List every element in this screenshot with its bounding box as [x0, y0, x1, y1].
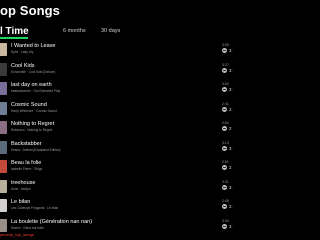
footer-text: ptcomp_top_songs [0, 232, 34, 237]
track-title[interactable]: treehouse [11, 180, 196, 187]
track-title[interactable]: Beau la folie [11, 160, 196, 167]
list-item[interactable]: treehouse Ashe · Ashlyn 3:31 3: [0, 179, 240, 199]
more-options-icon[interactable] [222, 223, 227, 229]
album-art [0, 121, 7, 134]
list-item[interactable]: I Wanted to Leave Syml · Lady Lily 3:05 … [0, 42, 240, 62]
track-right-value: 2: [229, 165, 233, 170]
list-item[interactable]: La boulette (Génération nan nan) Diam's … [0, 218, 240, 238]
tab-all-time[interactable]: l Time [0, 26, 29, 37]
track-title[interactable]: Cool Kids [11, 63, 196, 70]
track-artist[interactable]: Les Cowboys Fringants · Le bilan [11, 206, 196, 211]
track-right-value: 2: [229, 126, 233, 131]
album-art [0, 101, 7, 115]
tab-6-months[interactable]: 6 months [63, 28, 86, 34]
track-artist[interactable]: Isabelle Pierre · Sings [11, 167, 196, 172]
list-item[interactable]: Cosmic Sound Harry Whitmore · Cosmic Sou… [0, 101, 240, 121]
active-tab-indicator [0, 37, 28, 39]
album-art [0, 62, 7, 76]
list-item[interactable]: Cool Kids Echosmith · Cool Kids (Deluxe)… [0, 62, 240, 82]
track-title[interactable]: last day on earth [11, 82, 196, 89]
track-duration: 2:41 [222, 101, 229, 106]
list-item[interactable]: Beau la folie Isabelle Pierre · Sings 2:… [0, 159, 240, 179]
track-title[interactable]: La boulette (Génération nan nan) [11, 219, 196, 226]
track-artist[interactable]: Ashe · Ashlyn [11, 187, 196, 192]
track-artist[interactable]: Robinson · Nothing to Regret [11, 128, 196, 133]
page-title: op Songs [0, 3, 61, 18]
list-item[interactable]: Backstabber Kesha · Animal (Expanded Edi… [0, 140, 240, 160]
track-duration: 3:02 [222, 82, 229, 86]
album-art [0, 160, 7, 173]
track-duration: 3:27 [222, 62, 229, 67]
list-item[interactable]: Le bilan Les Cowboys Fringants · Le bila… [0, 198, 240, 218]
track-right-value: 3: [229, 145, 233, 151]
track-title[interactable]: Cosmic Sound [11, 102, 196, 109]
track-title[interactable]: Nothing to Regret [11, 121, 196, 128]
album-art [0, 140, 7, 154]
track-duration: 3:34 [222, 218, 229, 223]
track-right-value: 3: [229, 87, 233, 92]
track-artist[interactable]: Harry Whitmore · Cosmic Sound [11, 109, 196, 114]
more-options-icon[interactable] [222, 87, 227, 92]
track-duration: 3:13 [222, 140, 229, 145]
track-artist[interactable]: beabadoobee · Our Extended Play [11, 89, 196, 94]
track-artist[interactable]: Kesha · Animal (Expanded Edition) [11, 148, 196, 153]
track-duration: 3:31 [222, 179, 229, 184]
track-title[interactable]: Backstabber [11, 141, 196, 148]
album-art [0, 218, 7, 232]
track-right-value: 3: [229, 184, 233, 190]
track-artist[interactable]: Syml · Lady Lily [11, 50, 196, 55]
track-right-value: 2: [229, 204, 233, 209]
more-options-icon[interactable] [222, 204, 227, 209]
track-right-value: 3: [229, 48, 233, 53]
track-duration: 3:05 [222, 43, 229, 47]
track-right-value: 3: [229, 67, 233, 73]
list-item[interactable]: Nothing to Regret Robinson · Nothing to … [0, 120, 240, 140]
more-options-icon[interactable] [222, 48, 227, 53]
track-right-value: 3: [229, 223, 233, 229]
album-art [0, 199, 7, 212]
track-duration: 2:45 [222, 199, 229, 203]
more-options-icon[interactable] [222, 126, 227, 131]
list-item[interactable]: last day on earth beabadoobee · Our Exte… [0, 81, 240, 101]
more-options-icon[interactable] [222, 67, 227, 73]
more-options-icon[interactable] [222, 106, 227, 112]
album-art [0, 179, 7, 193]
track-duration: 2:51 [222, 160, 229, 164]
album-art [0, 82, 7, 95]
album-art [0, 43, 7, 56]
track-title[interactable]: Le bilan [11, 199, 196, 206]
track-duration: 2:54 [222, 121, 229, 125]
more-options-icon[interactable] [222, 145, 227, 151]
more-options-icon[interactable] [222, 184, 227, 190]
track-right-value: 2: [229, 106, 233, 112]
time-range-tabs: l Time 6 months 30 days [0, 26, 240, 38]
more-options-icon[interactable] [222, 165, 227, 170]
track-artist[interactable]: Diam's · Dans ma bulle [11, 226, 196, 231]
track-artist[interactable]: Echosmith · Cool Kids (Deluxe) [11, 70, 196, 75]
track-title[interactable]: I Wanted to Leave [11, 43, 196, 50]
tab-30-days[interactable]: 30 days [101, 28, 120, 34]
